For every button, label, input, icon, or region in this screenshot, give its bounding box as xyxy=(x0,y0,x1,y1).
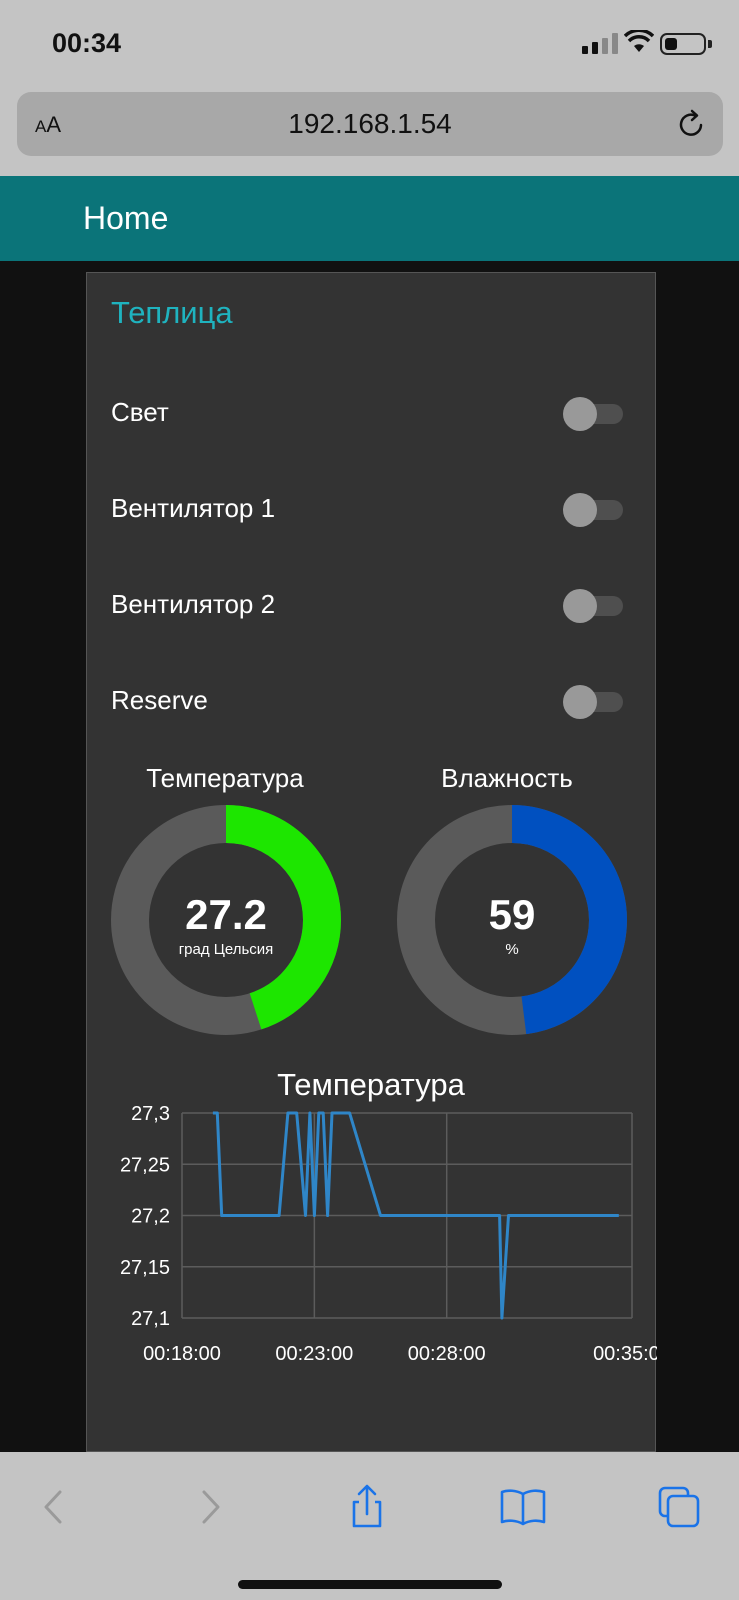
wifi-icon xyxy=(624,30,654,52)
switch-row-fan-2: Вентилятор 2 xyxy=(87,575,655,635)
share-icon[interactable] xyxy=(342,1482,392,1532)
switch-row-light: Свет xyxy=(87,383,655,443)
tabs-icon[interactable] xyxy=(654,1482,704,1532)
cellular-signal-icon xyxy=(582,32,620,54)
browser-address-area: AA 192.168.1.54 xyxy=(0,86,739,176)
back-icon[interactable] xyxy=(28,1482,78,1532)
fan-2-toggle[interactable] xyxy=(563,589,625,623)
y-tick-label: 27,2 xyxy=(131,1206,170,1228)
humidity-gauge: 59 % xyxy=(397,805,627,1035)
battery-icon xyxy=(660,33,706,55)
status-bar: 00:34 xyxy=(0,0,739,86)
x-tick-label: 00:23:00 xyxy=(275,1343,353,1365)
switch-row-fan-1: Вентилятор 1 xyxy=(87,479,655,539)
temperature-chart: 27,3 27,25 27,2 27,15 27,1 00:18:00 00:23:00 00… xyxy=(120,1103,657,1365)
forward-icon[interactable] xyxy=(186,1482,236,1532)
browser-toolbar xyxy=(0,1452,739,1600)
humidity-unit: % xyxy=(505,941,519,958)
status-time: 00:34 xyxy=(52,28,122,58)
card-title: Теплица xyxy=(111,295,233,330)
bookmarks-icon[interactable] xyxy=(498,1482,548,1532)
toggle-knob xyxy=(563,397,597,431)
y-tick-label: 27,25 xyxy=(120,1154,170,1176)
switch-row-reserve: Reserve xyxy=(87,671,655,731)
light-toggle[interactable] xyxy=(563,397,625,431)
reload-icon[interactable] xyxy=(675,108,707,140)
app-header: Home xyxy=(0,176,739,261)
reserve-toggle[interactable] xyxy=(563,685,625,719)
toggle-knob xyxy=(563,685,597,719)
humidity-gauge-title: Влажность xyxy=(441,763,573,793)
address-bar[interactable]: AA 192.168.1.54 xyxy=(17,92,723,156)
toggle-knob xyxy=(563,493,597,527)
temperature-gauge: 27.2 град Цельсия xyxy=(111,805,341,1035)
switch-label: Reserve xyxy=(111,685,208,715)
temperature-unit: град Цельсия xyxy=(178,941,274,958)
fan-1-toggle[interactable] xyxy=(563,493,625,527)
y-tick-label: 27,15 xyxy=(120,1257,170,1279)
humidity-value: 59 xyxy=(488,891,536,938)
temperature-value: 27.2 xyxy=(185,891,267,938)
switch-label: Вентилятор 2 xyxy=(111,589,276,619)
y-tick-label: 27,1 xyxy=(131,1308,170,1330)
x-tick-label: 00:28:00 xyxy=(408,1343,486,1365)
x-tick-label: 00:35:00 xyxy=(593,1343,657,1365)
switch-label: Вентилятор 1 xyxy=(111,493,276,523)
greenhouse-card: Теплица Свет Вентилятор 1 Вентилятор 2 R… xyxy=(86,272,657,1452)
y-tick-label: 27,3 xyxy=(131,1103,170,1125)
switch-label: Свет xyxy=(111,397,169,427)
page-title: Home xyxy=(83,200,169,236)
url-text[interactable]: 192.168.1.54 xyxy=(17,108,723,140)
x-tick-label: 00:18:00 xyxy=(143,1343,221,1365)
home-indicator xyxy=(238,1580,502,1589)
toggle-knob xyxy=(563,589,597,623)
temperature-gauge-title: Температура xyxy=(146,763,304,793)
temperature-series-line xyxy=(212,1111,619,1320)
battery-tip xyxy=(708,40,712,48)
